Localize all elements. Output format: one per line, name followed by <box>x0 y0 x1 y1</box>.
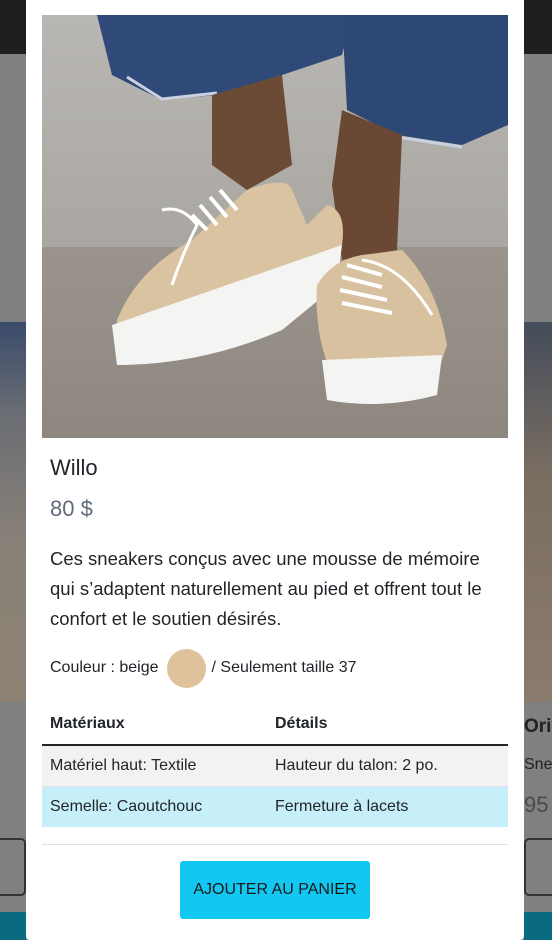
table-header-row: Matériaux Détails <box>42 703 508 746</box>
table-row: Matériel haut: Textile Hauteur du talon:… <box>42 744 508 786</box>
add-to-cart-button[interactable]: AJOUTER AU PANIER <box>180 861 370 919</box>
background-right-card-button <box>524 838 552 896</box>
background-right-product-price: 95 <box>524 792 549 817</box>
background-right-product-name: Ori <box>524 716 552 737</box>
table-row: Semelle: Caoutchouc Fermeture à lacets <box>42 785 508 827</box>
background-right-accent-bar <box>524 912 552 940</box>
product-image <box>42 15 508 438</box>
background-left-accent-bar <box>0 912 26 940</box>
background-left-product-image <box>0 322 26 702</box>
product-description: Ces sneakers conçus avec une mousse de m… <box>50 548 482 629</box>
table-cell: Semelle: Caoutchouc <box>42 785 267 827</box>
color-swatch[interactable] <box>166 648 206 688</box>
table-cell: Fermeture à lacets <box>267 785 508 827</box>
materials-table: Matériaux Détails Matériel haut: Textile… <box>42 703 508 827</box>
background-right-product-category: Sne <box>524 756 552 773</box>
sneaker-photo <box>42 15 508 438</box>
size-availability: / Seulement taille 37 <box>211 659 357 676</box>
product-modal: Willo 80 $ Ces sneakers conçus avec une … <box>26 0 524 940</box>
table-cell: Matériel haut: Textile <box>42 744 267 786</box>
product-price: 80 $ <box>50 496 93 521</box>
background-left-card-button <box>0 838 26 896</box>
color-label: Couleur : beige <box>50 659 159 676</box>
product-name: Willo <box>50 455 98 480</box>
color-row: Couleur : beige / Seulement taille 37 <box>50 648 357 688</box>
modal-footer-divider <box>42 844 508 845</box>
table-header-materials: Matériaux <box>42 703 267 746</box>
background-right-product-image <box>524 322 552 702</box>
table-cell: Hauteur du talon: 2 po. <box>267 744 508 786</box>
table-header-details: Détails <box>267 703 508 746</box>
